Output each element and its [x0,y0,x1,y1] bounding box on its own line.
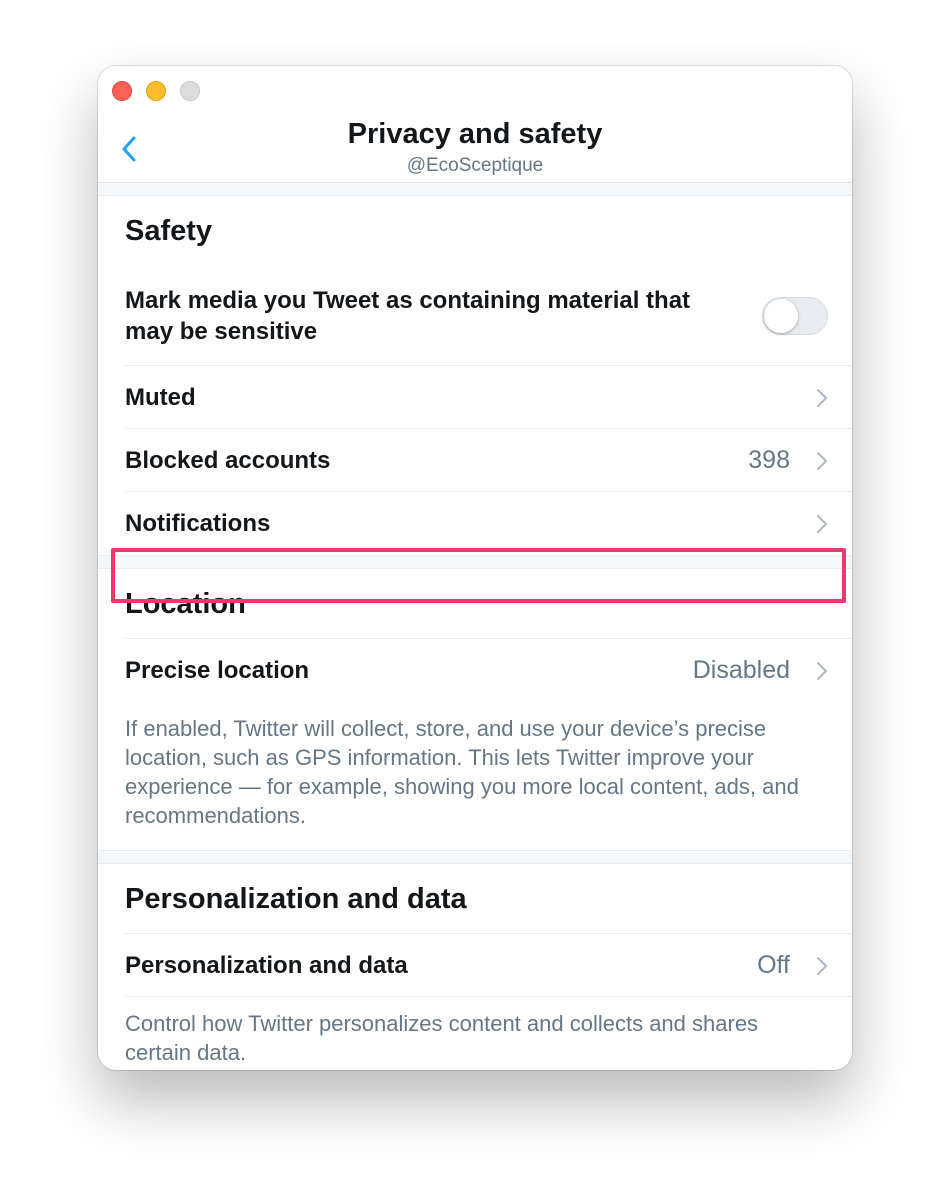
account-handle: @EcoSceptique [406,155,544,176]
blocked-accounts-label: Blocked accounts [125,446,331,474]
section-spacer [98,555,852,569]
chevron-right-icon [817,514,827,533]
chevron-right-icon [817,956,827,975]
screenshot-stage: Privacy and safety @EcoSceptique Safety … [0,0,950,1200]
personalization-description: Control how Twitter personalizes content… [125,1011,759,1065]
chevron-right-icon [817,388,827,407]
blocked-accounts-count: 398 [748,446,790,474]
personalization-label: Personalization and data [125,951,408,979]
location-section-heading: Location [98,569,852,639]
app-window: Privacy and safety @EcoSceptique Safety … [98,66,852,1070]
section-spacer [98,183,852,196]
window-minimize-button[interactable] [146,81,166,101]
precise-location-description: If enabled, Twitter will collect, store,… [125,716,799,828]
personalization-section-heading: Personalization and data [98,864,852,934]
window-zoom-button[interactable] [180,81,200,101]
window-close-button[interactable] [112,81,132,101]
precise-location-row[interactable]: Precise location Disabled [98,639,852,702]
toggle-knob [764,299,798,333]
sensitive-media-label: Mark media you Tweet as containing mater… [125,287,691,345]
settings-content[interactable]: Safety Mark media you Tweet as containin… [98,183,852,1070]
page-title: Privacy and safety [347,118,603,150]
personalization-value: Off [757,951,790,979]
safety-section-heading: Safety [125,214,213,247]
sensitive-media-row: Mark media you Tweet as containing mater… [98,266,852,366]
title-bar: Privacy and safety @EcoSceptique [98,66,852,183]
sensitive-media-toggle[interactable] [762,297,828,335]
notifications-row[interactable]: Notifications [98,492,852,555]
blocked-accounts-row[interactable]: Blocked accounts 398 [98,429,852,492]
muted-label: Muted [125,383,196,411]
precise-location-label: Precise location [125,656,310,684]
muted-row[interactable]: Muted [98,366,852,429]
section-spacer [98,850,852,864]
personalization-row[interactable]: Personalization and data Off [98,934,852,997]
chevron-right-icon [817,451,827,470]
notifications-label: Notifications [125,509,271,537]
chevron-right-icon [817,661,827,680]
precise-location-value: Disabled [692,656,790,684]
